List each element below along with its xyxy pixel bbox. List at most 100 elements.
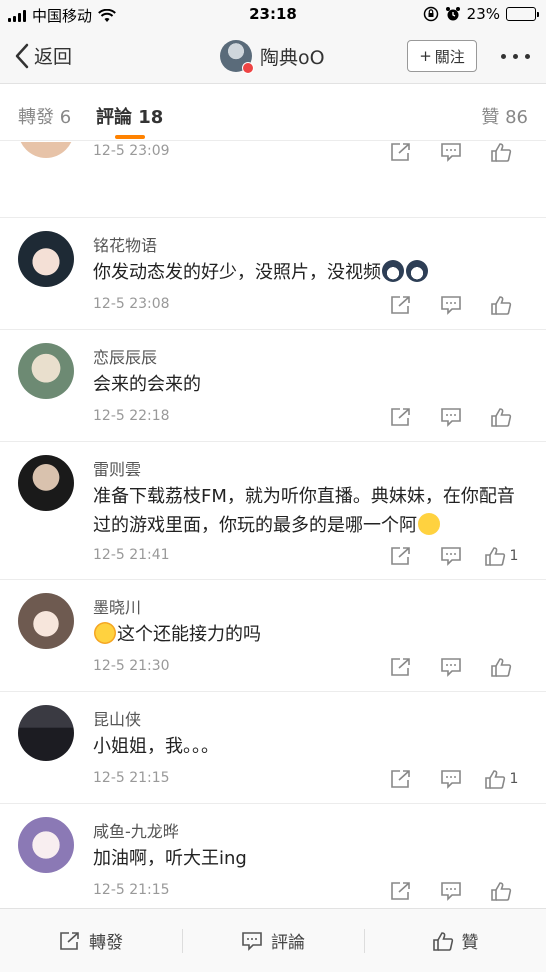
thumbs-up-icon — [491, 296, 512, 315]
avatar[interactable] — [18, 705, 74, 761]
tab-comment[interactable]: 評論 18 — [96, 103, 163, 129]
comment-item[interactable]: 雷则雲准备下载荔枝FM，就为听你直播。典妹妹，在你配音过的游戏里面，你玩的最多的… — [0, 442, 546, 580]
comment-actions — [376, 142, 526, 163]
avatar[interactable] — [18, 231, 74, 287]
comment-timestamp: 12-5 23:09 — [93, 143, 170, 159]
comment-actions: 1 — [376, 768, 526, 790]
comment-text: 这个还能接力的吗 — [93, 620, 523, 649]
comment-text-content: 会来的会来的 — [93, 374, 201, 395]
follow-label: 關注 — [434, 47, 465, 66]
comment-reply-button[interactable] — [426, 656, 476, 678]
sticker-emoji-icon — [406, 260, 428, 282]
comment-timestamp: 12-5 23:08 — [93, 296, 170, 312]
comment-like-button[interactable] — [476, 406, 526, 428]
share-icon — [391, 658, 410, 676]
comment-icon — [441, 408, 461, 427]
thumbs-up-icon — [491, 143, 512, 162]
comment-item[interactable]: 明明我典典是坠美的为什么没有正脸12-5 23:09 — [0, 142, 546, 218]
comment-username[interactable]: 雷则雲 — [93, 456, 141, 480]
active-tab-indicator — [115, 135, 145, 139]
comment-text: 你发动态发的好少，没照片，没视频 — [93, 258, 523, 287]
comment-icon — [441, 143, 461, 162]
comment-reply-button[interactable] — [426, 768, 476, 790]
comment-like-button[interactable] — [476, 294, 526, 316]
thumbs-up-icon — [484, 770, 505, 789]
comment-item[interactable]: 昆山侠 小姐姐，我。。。 12-5 21:15 1 — [0, 692, 546, 804]
comment-repost-button[interactable] — [376, 545, 426, 567]
comment-timestamp: 12-5 21:15 — [93, 770, 170, 786]
comment-like-button[interactable] — [476, 142, 526, 163]
comment-repost-button[interactable] — [376, 880, 426, 902]
tab-repost[interactable]: 轉發 6 — [18, 103, 71, 129]
dot-icon — [513, 54, 518, 59]
thumbs-up-icon — [432, 931, 453, 951]
like-label: 贊 — [461, 933, 479, 953]
comment-label: 評論 — [271, 933, 305, 953]
comment-repost-button[interactable] — [376, 768, 426, 790]
comment-like-button[interactable] — [476, 880, 526, 902]
comment-username[interactable]: 铭花物语 — [93, 232, 157, 256]
comment-actions: 1 — [376, 545, 526, 567]
comment-reply-button[interactable] — [426, 880, 476, 902]
alarm-icon — [445, 7, 460, 21]
back-button[interactable]: 返回 — [14, 42, 72, 69]
profile-title[interactable]: 陶典oO — [220, 40, 325, 74]
comment-repost-button[interactable] — [376, 406, 426, 428]
avatar[interactable] — [18, 455, 74, 511]
comment-item[interactable]: 铭花物语你发动态发的好少，没照片，没视频 12-5 23:08 — [0, 218, 546, 330]
comment-username[interactable]: 咸鱼-九龙晔 — [93, 818, 179, 842]
like-count: 1 — [509, 548, 519, 564]
share-icon — [391, 547, 410, 565]
sticker-emoji-icon — [382, 260, 404, 282]
share-icon — [391, 770, 410, 788]
comment-repost-button[interactable] — [376, 656, 426, 678]
comment-item[interactable]: 咸鱼-九龙晔 加油啊，听大王ing 12-5 21:15 — [0, 804, 546, 908]
comment-actions — [376, 406, 526, 428]
back-label: 返回 — [34, 46, 73, 68]
comment-text-content: 准备下载荔枝FM，就为听你直播。典妹妹，在你配音过的游戏里面，你玩的最多的是哪一… — [93, 486, 515, 536]
comment-button[interactable]: 評論 — [182, 909, 364, 972]
avatar[interactable] — [18, 343, 74, 399]
tab-like[interactable]: 贊 86 — [481, 103, 528, 129]
avatar[interactable] — [18, 593, 74, 649]
comment-repost-button[interactable] — [376, 142, 426, 163]
repost-label: 轉發 — [89, 933, 123, 953]
comment-text-content: 你发动态发的好少，没照片，没视频 — [93, 262, 381, 283]
comment-like-button[interactable]: 1 — [476, 545, 526, 567]
comment-text: 加油啊，听大王ing — [93, 844, 523, 873]
comment-item[interactable]: 恋辰辰辰会来的会来的 12-5 22:18 — [0, 330, 546, 442]
comment-item[interactable]: 墨晓川 这个还能接力的吗 12-5 21:30 — [0, 580, 546, 692]
comment-actions — [376, 656, 526, 678]
comment-reply-button[interactable] — [426, 294, 476, 316]
avatar — [220, 40, 254, 74]
comment-reply-button[interactable] — [426, 406, 476, 428]
upside-down-face-emoji-icon — [418, 513, 440, 535]
comment-reply-button[interactable] — [426, 545, 476, 567]
battery-percent: 23% — [466, 5, 500, 23]
navigation-bar: 返回 陶典oO + 關注 — [0, 30, 546, 84]
share-icon — [60, 931, 79, 950]
more-options-button[interactable] — [501, 54, 530, 59]
comment-timestamp: 12-5 22:18 — [93, 408, 170, 424]
comment-username[interactable]: 昆山侠 — [93, 706, 141, 730]
comment-repost-button[interactable] — [376, 294, 426, 316]
comment-icon — [441, 882, 461, 901]
avatar[interactable] — [18, 142, 74, 158]
verified-badge-icon — [242, 62, 254, 74]
repost-button[interactable]: 轉發 — [0, 909, 182, 972]
share-icon — [391, 408, 410, 426]
comment-username[interactable]: 恋辰辰辰 — [93, 344, 157, 368]
share-icon — [391, 882, 410, 900]
avatar[interactable] — [18, 817, 74, 873]
comment-like-button[interactable]: 1 — [476, 768, 526, 790]
comment-reply-button[interactable] — [426, 142, 476, 163]
comment-list[interactable]: 明明我典典是坠美的为什么没有正脸12-5 23:09铭花物语你发动态发的好少，没… — [0, 142, 546, 908]
follow-button[interactable]: + 關注 — [407, 40, 477, 72]
status-bar: 中国移动 23:18 23% — [0, 0, 546, 30]
comment-like-button[interactable] — [476, 656, 526, 678]
thumbs-up-icon — [491, 408, 512, 427]
comment-username[interactable]: 墨晓川 — [93, 594, 141, 618]
like-button[interactable]: 贊 — [364, 909, 546, 972]
comment-icon — [441, 770, 461, 789]
comment-text-content: 加油啊，听大王ing — [93, 848, 247, 869]
